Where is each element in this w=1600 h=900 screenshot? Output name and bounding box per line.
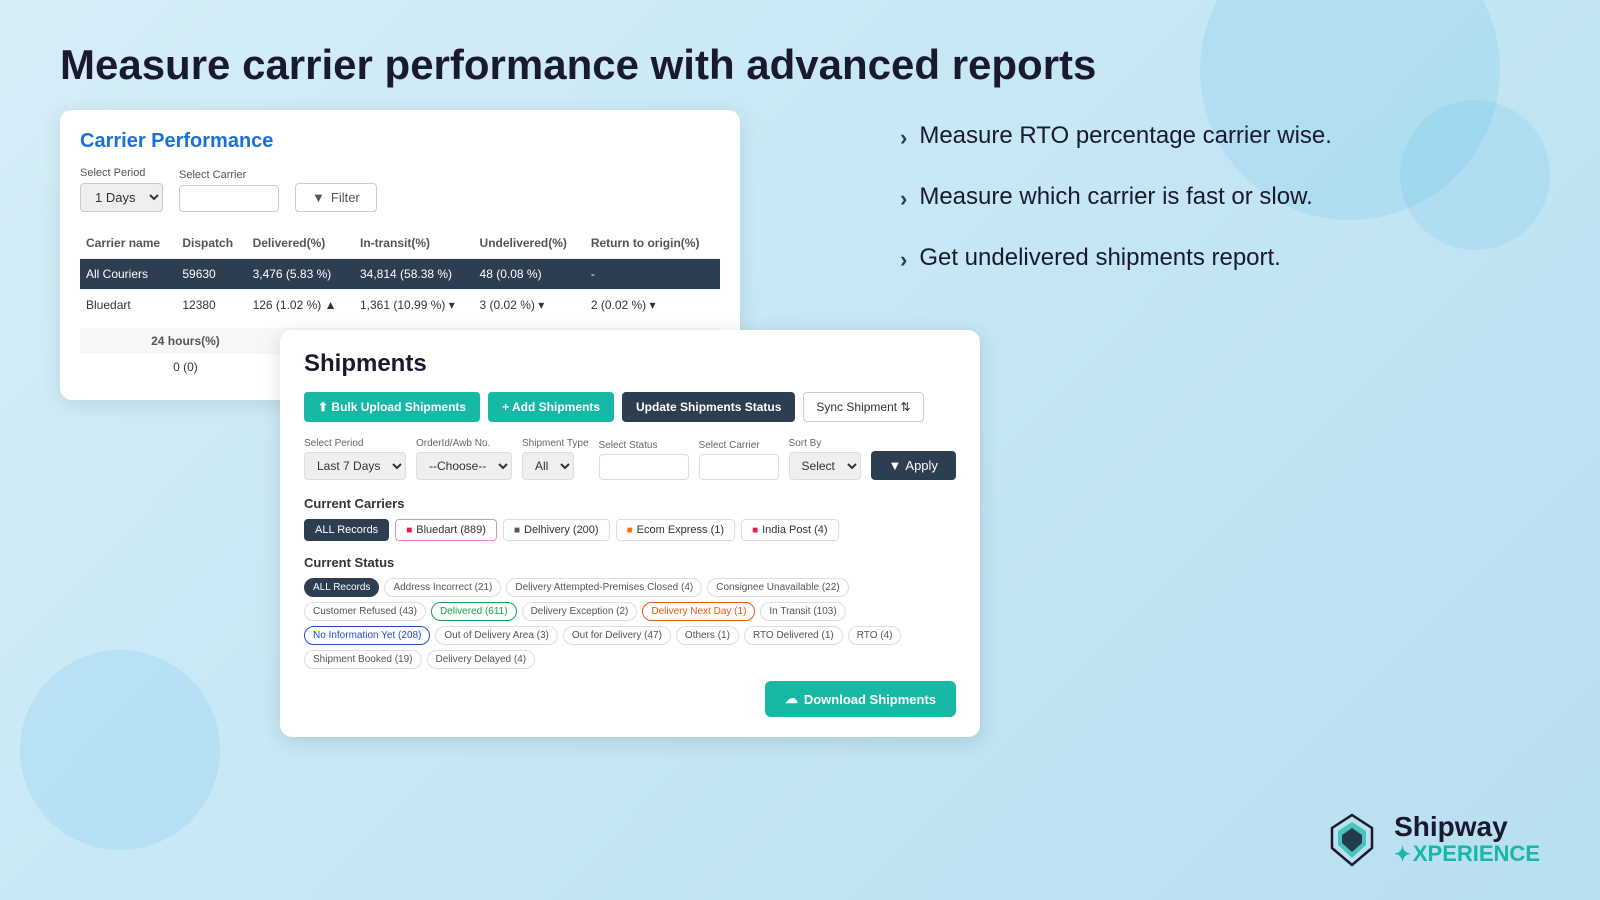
type-filter-select[interactable]: All bbox=[522, 452, 574, 480]
carrier-tags: ALL Records ■ Bluedart (889) ■ Delhivery… bbox=[304, 519, 956, 541]
status-tag-rto[interactable]: RTO (4) bbox=[848, 626, 902, 645]
status-tag-out-area[interactable]: Out of Delivery Area (3) bbox=[435, 626, 557, 645]
download-row: ☁ Download Shipments bbox=[304, 681, 956, 717]
features-panel: › Measure RTO percentage carrier wise. ›… bbox=[900, 110, 1540, 400]
delhivery-icon: ■ bbox=[514, 525, 520, 536]
sort-filter-select[interactable]: Select bbox=[789, 452, 861, 480]
shipments-toolbar: ⬆ Bulk Upload Shipments + Add Shipments … bbox=[304, 392, 956, 422]
sync-shipment-label: Sync Shipment bbox=[816, 400, 897, 414]
status-tag-intransit[interactable]: In Transit (103) bbox=[760, 602, 845, 621]
status-tag-no-info[interactable]: No Information Yet (208) bbox=[304, 626, 430, 645]
col-return: Return to origin(%) bbox=[585, 228, 720, 259]
logo-shipway-text: Shipway bbox=[1394, 813, 1508, 841]
chevron-icon: › bbox=[900, 123, 907, 153]
status-tag-out-delivery[interactable]: Out for Delivery (47) bbox=[563, 626, 671, 645]
download-label: Download Shipments bbox=[804, 692, 936, 707]
logo-xperience-text: ✦ XPERIENCE bbox=[1394, 841, 1540, 867]
status-tag-premises[interactable]: Delivery Attempted-Premises Closed (4) bbox=[506, 578, 702, 597]
download-shipments-button[interactable]: ☁ Download Shipments bbox=[765, 681, 956, 717]
feature-text-1: Measure RTO percentage carrier wise. bbox=[919, 120, 1332, 152]
carrier-card-title: Carrier Performance bbox=[80, 130, 720, 153]
update-shipments-label: Update Shipments Status bbox=[636, 400, 781, 414]
order-filter-select[interactable]: --Choose-- bbox=[416, 452, 512, 480]
status-filter-label: Select Status bbox=[599, 440, 689, 451]
status-tag-rto-delivered[interactable]: RTO Delivered (1) bbox=[744, 626, 843, 645]
carrier-tag-india[interactable]: ■ India Post (4) bbox=[741, 519, 838, 541]
current-carriers-label: Current Carriers bbox=[304, 496, 956, 511]
current-status-label: Current Status bbox=[304, 555, 956, 570]
col-intransit: In-transit(%) bbox=[354, 228, 474, 259]
carrier-tag-all[interactable]: ALL Records bbox=[304, 519, 389, 541]
logo-text: Shipway ✦ XPERIENCE bbox=[1394, 813, 1540, 867]
col-dispatch: Dispatch bbox=[176, 228, 246, 259]
status-tag-delayed[interactable]: Delivery Delayed (4) bbox=[427, 650, 536, 669]
filter-icon: ▼ bbox=[312, 190, 325, 205]
filter-btn-label: Filter bbox=[331, 190, 360, 205]
download-icon: ☁ bbox=[785, 691, 798, 707]
bulk-upload-label: Bulk Upload Shipments bbox=[331, 400, 466, 414]
table-row: All Couriers 59630 3,476 (5.83 %) 34,814… bbox=[80, 259, 720, 290]
table-row: Bluedart 12380 126 (1.02 %) ▲ 1,361 (10.… bbox=[80, 290, 720, 321]
update-shipments-button[interactable]: Update Shipments Status bbox=[622, 392, 795, 422]
add-shipments-label: Add Shipments bbox=[512, 400, 600, 414]
carrier-filter-input[interactable] bbox=[699, 454, 779, 480]
type-filter-label: Shipment Type bbox=[522, 438, 589, 449]
status-tag-nextday[interactable]: Delivery Next Day (1) bbox=[642, 602, 755, 621]
sync-shipment-button[interactable]: Sync Shipment ⇅ bbox=[803, 392, 923, 422]
bluedart-icon: ■ bbox=[406, 525, 412, 536]
status-tag-consignee[interactable]: Consignee Unavailable (22) bbox=[707, 578, 848, 597]
filter-apply-icon: ▼ bbox=[889, 458, 902, 473]
apply-label: Apply bbox=[905, 458, 938, 473]
period-filter-label: Select Period bbox=[304, 438, 406, 449]
feature-list: › Measure RTO percentage carrier wise. ›… bbox=[900, 120, 1540, 274]
status-tag-exception[interactable]: Delivery Exception (2) bbox=[522, 602, 638, 621]
sort-filter-label: Sort By bbox=[789, 438, 861, 449]
list-item: › Measure RTO percentage carrier wise. bbox=[900, 120, 1540, 153]
xperience-label: XPERIENCE bbox=[1413, 841, 1540, 867]
carrier-tag-ecom[interactable]: ■ Ecom Express (1) bbox=[616, 519, 735, 541]
filters-row: Select Period Last 7 Days OrderId/Awb No… bbox=[304, 438, 956, 480]
carrier-input[interactable] bbox=[179, 185, 279, 212]
period-filter-select[interactable]: Last 7 Days bbox=[304, 452, 406, 480]
status-filter-input[interactable] bbox=[599, 454, 689, 480]
col-undelivered: Undelivered(%) bbox=[474, 228, 585, 259]
carrier-tag-delhivery[interactable]: ■ Delhivery (200) bbox=[503, 519, 610, 541]
carrier-table: Carrier name Dispatch Delivered(%) In-tr… bbox=[80, 228, 720, 320]
col-carrier-name: Carrier name bbox=[80, 228, 176, 259]
status-tag-booked[interactable]: Shipment Booked (19) bbox=[304, 650, 422, 669]
status-tags: ALL Records Address Incorrect (21) Deliv… bbox=[304, 578, 956, 669]
status-tag-refused[interactable]: Customer Refused (43) bbox=[304, 602, 426, 621]
list-item: › Measure which carrier is fast or slow. bbox=[900, 181, 1540, 214]
shipments-title: Shipments bbox=[304, 350, 956, 378]
status-tag-all[interactable]: ALL Records bbox=[304, 578, 379, 597]
ecom-icon: ■ bbox=[627, 525, 633, 536]
add-icon: + bbox=[502, 400, 509, 414]
xperience-x-icon: ✦ bbox=[1394, 842, 1411, 867]
carrier-label: Select Carrier bbox=[179, 169, 279, 181]
filter-button[interactable]: ▼ Filter bbox=[295, 183, 377, 212]
status-tag-others[interactable]: Others (1) bbox=[676, 626, 739, 645]
logo-area: Shipway ✦ XPERIENCE bbox=[1322, 810, 1540, 870]
add-shipments-button[interactable]: + Add Shipments bbox=[488, 392, 614, 422]
col-delivered: Delivered(%) bbox=[247, 228, 354, 259]
feature-text-3: Get undelivered shipments report. bbox=[919, 242, 1281, 274]
shipments-card: Shipments ⬆ Bulk Upload Shipments + Add … bbox=[280, 330, 980, 737]
india-icon: ■ bbox=[752, 525, 758, 536]
period-select[interactable]: 1 Days bbox=[80, 183, 163, 212]
apply-button[interactable]: ▼ Apply bbox=[871, 451, 956, 480]
order-filter-label: OrderId/Awb No. bbox=[416, 438, 512, 449]
carrier-filter-label: Select Carrier bbox=[699, 440, 779, 451]
chevron-icon: › bbox=[900, 245, 907, 275]
carrier-tag-bluedart[interactable]: ■ Bluedart (889) bbox=[395, 519, 497, 541]
period-label: Select Period bbox=[80, 167, 163, 179]
list-item: › Get undelivered shipments report. bbox=[900, 242, 1540, 275]
shipway-logo-icon bbox=[1322, 810, 1382, 870]
upload-icon: ⬆ bbox=[318, 400, 328, 414]
sync-chevron-icon: ⇅ bbox=[900, 400, 910, 414]
bulk-upload-button[interactable]: ⬆ Bulk Upload Shipments bbox=[304, 392, 480, 422]
status-tag-address[interactable]: Address Incorrect (21) bbox=[384, 578, 501, 597]
chevron-icon: › bbox=[900, 184, 907, 214]
feature-text-2: Measure which carrier is fast or slow. bbox=[919, 181, 1312, 213]
status-tag-delivered[interactable]: Delivered (611) bbox=[431, 602, 517, 621]
